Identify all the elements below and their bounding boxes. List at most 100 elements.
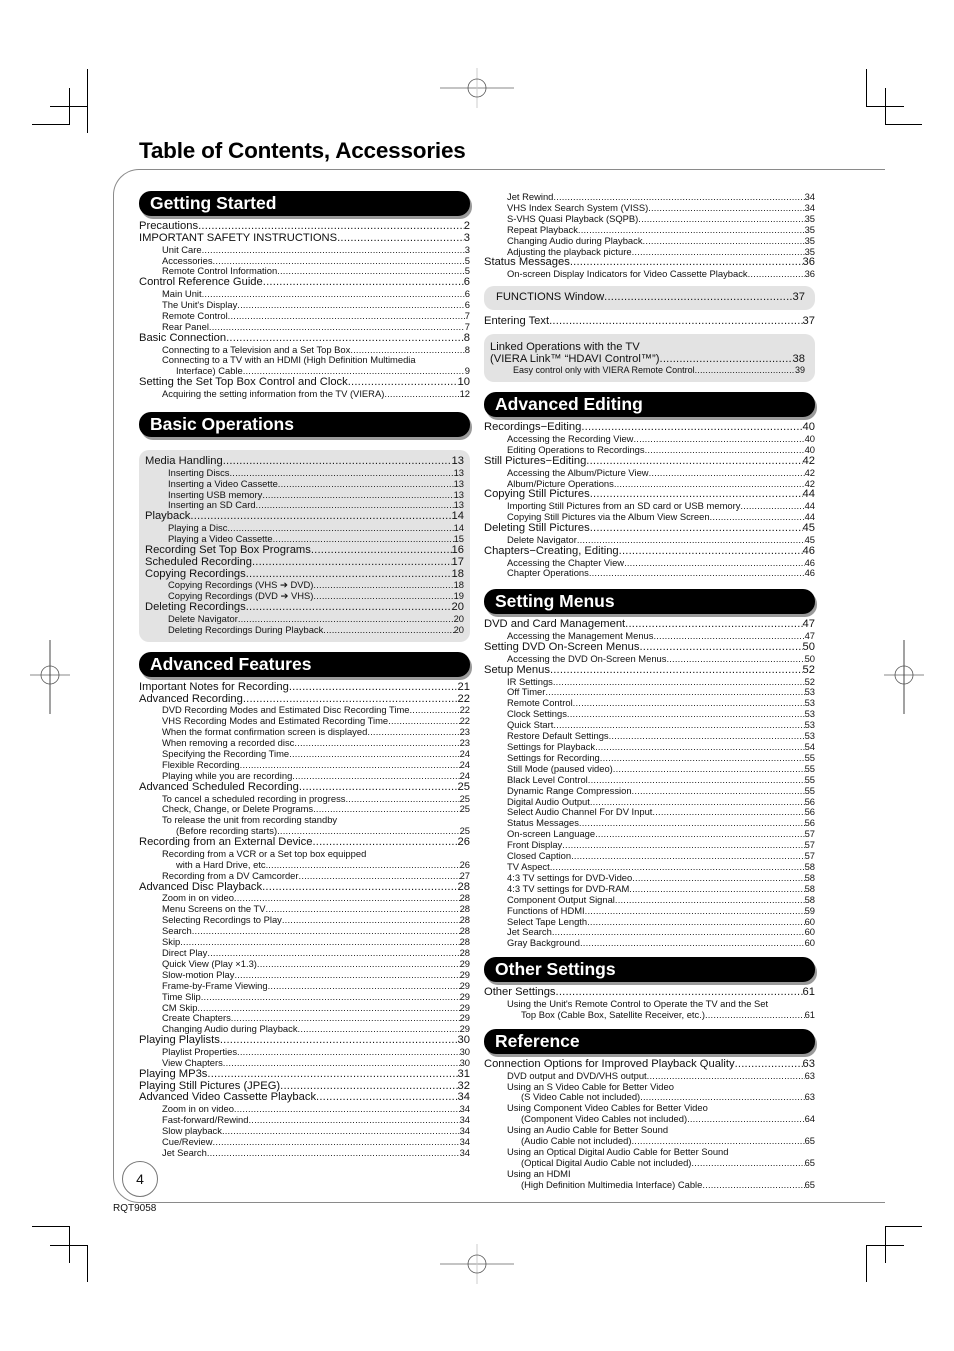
toc-entry[interactable]: Setting the Set Top Box Control and Cloc… — [139, 377, 470, 389]
toc-entry[interactable]: Recording from a DV Camcorder 27 — [139, 871, 470, 882]
toc-entry[interactable]: Copying Recordings (VHS ➔ DVD) 18 — [145, 580, 464, 591]
toc-entry[interactable]: 4:3 TV settings for DVD-RAM 58 — [484, 884, 815, 895]
toc-entry[interactable]: DVD Recording Modes and Estimated Disc R… — [139, 705, 470, 716]
toc-entry[interactable]: Connection Options for Improved Playback… — [484, 1059, 815, 1071]
toc-entry[interactable]: Scheduled Recording 17 — [145, 557, 464, 569]
toc-entry[interactable]: Zoom in on video 28 — [139, 893, 470, 904]
toc-entry[interactable]: Album/Picture Operations 42 — [484, 479, 815, 490]
toc-entry[interactable]: TV Aspect 58 — [484, 862, 815, 873]
toc-entry[interactable]: Accessing the Management Menus 47 — [484, 631, 815, 642]
toc-entry[interactable]: Specifying the Recording Time 24 — [139, 749, 470, 760]
toc-entry[interactable]: Zoom in on video 34 — [139, 1104, 470, 1115]
toc-entry[interactable]: Main Unit 6 — [139, 289, 470, 300]
toc-entry[interactable]: Jet Search 34 — [139, 1148, 470, 1159]
toc-entry[interactable]: Settings for Recording 55 — [484, 753, 815, 764]
toc-entry[interactable]: Advanced Video Cassette Playback 34 — [139, 1092, 470, 1104]
toc-entry[interactable]: Delete Navigator 45 — [484, 535, 815, 546]
toc-entry[interactable]: When the format confirmation screen is d… — [139, 727, 470, 738]
toc-entry[interactable]: Accessing the Album/Picture View 42 — [484, 468, 815, 479]
toc-entry[interactable]: Unit Care 3 — [139, 245, 470, 256]
toc-entry[interactable]: CM Skip 29 — [139, 1003, 470, 1014]
toc-entry[interactable]: Gray Background 60 — [484, 938, 815, 949]
toc-entry[interactable]: IR Settings 52 — [484, 677, 815, 688]
toc-entry[interactable]: DVD output and DVD/VHS output 63 — [484, 1071, 815, 1082]
toc-entry[interactable]: Delete Navigator 20 — [145, 614, 464, 625]
toc-entry[interactable]: with a Hard Drive, etc. 26 — [139, 860, 470, 871]
toc-entry[interactable]: Playing a Disc 14 — [145, 523, 464, 534]
toc-entry[interactable]: Select Audio Channel For DV Input 56 — [484, 807, 815, 818]
toc-entry[interactable]: Playing MP3s 31 — [139, 1069, 470, 1081]
toc-entry[interactable]: Advanced Disc Playback 28 — [139, 882, 470, 894]
toc-entry[interactable]: Black Level Control 55 — [484, 775, 815, 786]
toc-entry[interactable]: Accessing the DVD On-Screen Menus 50 — [484, 654, 815, 665]
toc-entry[interactable]: Direct Play 28 — [139, 948, 470, 959]
toc-entry[interactable]: Still Mode (paused video) 55 — [484, 764, 815, 775]
toc-entry[interactable]: Cue/Review 34 — [139, 1137, 470, 1148]
toc-entry[interactable]: The Unit's Display 6 — [139, 300, 470, 311]
toc-entry[interactable]: (High Definition Multimedia Interface) C… — [484, 1180, 815, 1191]
toc-entry[interactable]: Off Timer 53 — [484, 687, 815, 698]
toc-entry[interactable]: VHS Recording Modes and Estimated Record… — [139, 716, 470, 727]
toc-entry[interactable]: Control Reference Guide 6 — [139, 277, 470, 289]
toc-entry[interactable]: Setup Menus 52 — [484, 665, 815, 677]
toc-entry[interactable]: Inserting a Video Cassette 13 — [145, 479, 464, 490]
toc-entry[interactable]: Copying Still Pictures via the Album Vie… — [484, 512, 815, 523]
toc-entry[interactable]: Top Box (Cable Box, Satellite Receiver, … — [484, 1010, 815, 1021]
toc-entry[interactable]: Chapters−Creating, Editing 46 — [484, 546, 815, 558]
toc-entry[interactable]: Recordings−Editing 40 — [484, 422, 815, 434]
toc-entry[interactable]: Jet Rewind 34 — [484, 192, 815, 203]
toc-entry[interactable]: Clock Settings 53 — [484, 709, 815, 720]
toc-entry[interactable]: Deleting Still Pictures 45 — [484, 523, 815, 535]
toc-entry[interactable]: Inserting an SD Card 13 — [145, 500, 464, 511]
toc-entry[interactable]: Copying Still Pictures 44 — [484, 489, 815, 501]
toc-entry[interactable]: Component Output Signal 58 — [484, 895, 815, 906]
toc-entry[interactable]: Playing while you are recording 24 — [139, 771, 470, 782]
toc-entry[interactable]: Importing Still Pictures from an SD card… — [484, 501, 815, 512]
toc-entry[interactable]: Media Handling 13 — [145, 456, 464, 468]
toc-entry[interactable]: Repeat Playback 35 — [484, 225, 815, 236]
toc-entry[interactable]: Deleting Recordings During Playback 20 — [145, 625, 464, 636]
toc-entry[interactable]: Adjusting the playback picture 35 — [484, 247, 815, 258]
toc-entry[interactable]: Basic Connection 8 — [139, 333, 470, 345]
toc-entry[interactable]: Settings for Playback 54 — [484, 742, 815, 753]
toc-entry[interactable]: Easy control only with VIERA Remote Cont… — [490, 365, 805, 376]
toc-entry[interactable]: Accessing the Recording View 40 — [484, 434, 815, 445]
toc-entry[interactable]: Status Messages 36 — [484, 257, 815, 269]
toc-entry[interactable]: Frame-by-Frame Viewing 29 — [139, 981, 470, 992]
toc-entry[interactable]: Still Pictures−Editing 42 — [484, 456, 815, 468]
toc-entry[interactable]: Copying Recordings (DVD ➔ VHS) 19 — [145, 591, 464, 602]
toc-entry[interactable]: Quick View (Play ×1.3) 29 — [139, 959, 470, 970]
toc-entry[interactable]: Remote Control Information 5 — [139, 266, 470, 277]
toc-entry[interactable]: On-screen Display Indicators for Video C… — [484, 269, 815, 280]
toc-entry[interactable]: Changing Audio during Playback 29 — [139, 1024, 470, 1035]
toc-entry[interactable]: Search 28 — [139, 926, 470, 937]
toc-entry[interactable]: Remote Control 53 — [484, 698, 815, 709]
toc-entry[interactable]: S-VHS Quasi Playback (SQPB) 35 — [484, 214, 815, 225]
toc-entry[interactable]: FUNCTIONS Window 37 — [496, 292, 805, 304]
toc-entry[interactable]: Advanced Recording 22 — [139, 694, 470, 706]
toc-entry[interactable]: Slow-motion Play 29 — [139, 970, 470, 981]
toc-entry[interactable]: On-screen Language 57 — [484, 829, 815, 840]
toc-entry[interactable]: Status Messages 56 — [484, 818, 815, 829]
toc-entry[interactable]: Precautions 2 — [139, 221, 470, 233]
toc-entry[interactable]: To cancel a scheduled recording in progr… — [139, 794, 470, 805]
toc-entry[interactable]: Restore Default Settings 53 — [484, 731, 815, 742]
toc-entry[interactable]: Jet Search 60 — [484, 927, 815, 938]
toc-entry[interactable]: Skip 28 — [139, 937, 470, 948]
toc-entry[interactable]: Accessories 5 — [139, 256, 470, 267]
toc-entry[interactable]: Menu Screens on the TV 28 — [139, 904, 470, 915]
toc-entry[interactable]: Front Display 57 — [484, 840, 815, 851]
toc-entry[interactable]: Closed Caption 57 — [484, 851, 815, 862]
toc-entry[interactable]: Entering Text 37 — [484, 316, 815, 328]
toc-entry[interactable]: Setting DVD On-Screen Menus 50 — [484, 642, 815, 654]
toc-entry[interactable]: Functions of HDMI 59 — [484, 906, 815, 917]
toc-entry[interactable]: IMPORTANT SAFETY INSTRUCTIONS 3 — [139, 233, 470, 245]
toc-entry[interactable]: Copying Recordings 18 — [145, 569, 464, 581]
toc-entry[interactable]: Rear Panel 7 — [139, 322, 470, 333]
toc-entry[interactable]: Chapter Operations 46 — [484, 568, 815, 579]
toc-entry[interactable]: (Before recording starts) 25 — [139, 826, 470, 837]
toc-entry[interactable]: Advanced Scheduled Recording 25 — [139, 782, 470, 794]
toc-entry[interactable]: Acquiring the setting information from t… — [139, 389, 470, 400]
toc-entry[interactable]: When removing a recorded disc 23 — [139, 738, 470, 749]
toc-entry[interactable]: Playing Playlists 30 — [139, 1035, 470, 1047]
